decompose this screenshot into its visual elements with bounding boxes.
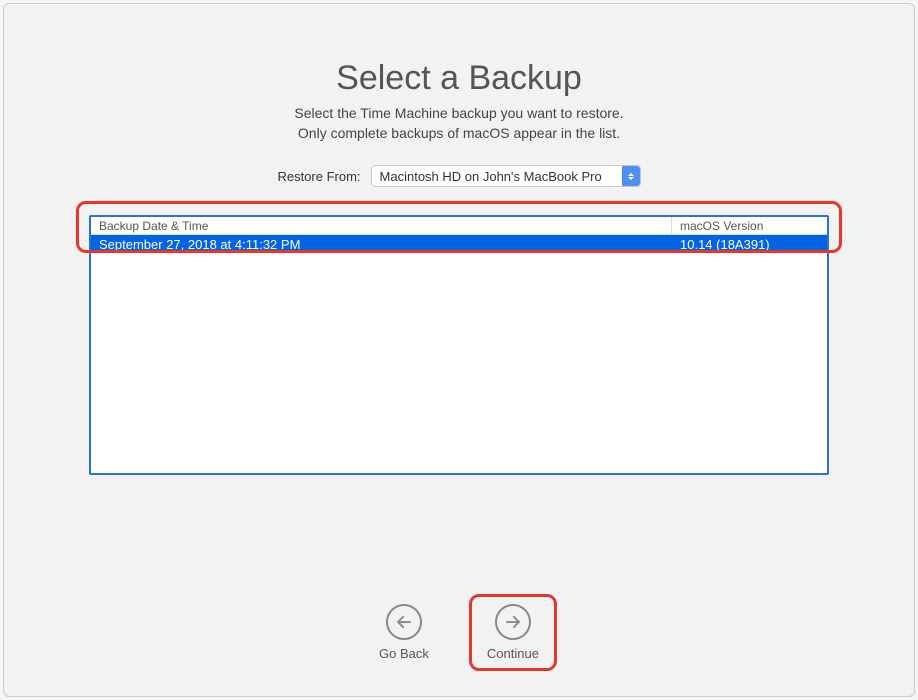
arrow-left-icon [386, 604, 422, 640]
go-back-label: Go Back [379, 646, 429, 661]
cell-backup-date: September 27, 2018 at 4:11:32 PM [91, 236, 672, 253]
restore-from-row: Restore From: Macintosh HD on John's Mac… [4, 165, 914, 187]
subtitle-line-1: Select the Time Machine backup you want … [294, 105, 623, 121]
restore-from-dropdown[interactable]: Macintosh HD on John's MacBook Pro [371, 165, 641, 187]
dialog-window: Select a Backup Select the Time Machine … [3, 3, 915, 697]
continue-label: Continue [487, 646, 539, 661]
page-title: Select a Backup [4, 59, 914, 98]
chevron-updown-icon [622, 166, 640, 186]
table-row[interactable]: September 27, 2018 at 4:11:32 PM 10.14 (… [91, 235, 827, 253]
footer-buttons: Go Back Continue [4, 604, 914, 661]
go-back-button[interactable]: Go Back [379, 604, 429, 661]
dropdown-selected-value: Macintosh HD on John's MacBook Pro [380, 169, 602, 184]
cell-macos-version: 10.14 (18A391) [672, 236, 827, 253]
column-header-date[interactable]: Backup Date & Time [91, 217, 672, 234]
restore-from-label: Restore From: [277, 169, 360, 184]
continue-button[interactable]: Continue [487, 604, 539, 661]
subtitle-line-2: Only complete backups of macOS appear in… [298, 125, 620, 141]
backup-list: Backup Date & Time macOS Version Septemb… [89, 215, 829, 475]
page-subtitle: Select the Time Machine backup you want … [4, 104, 914, 143]
column-header-version[interactable]: macOS Version [672, 217, 827, 234]
table-header: Backup Date & Time macOS Version [91, 217, 827, 235]
arrow-right-icon [495, 604, 531, 640]
